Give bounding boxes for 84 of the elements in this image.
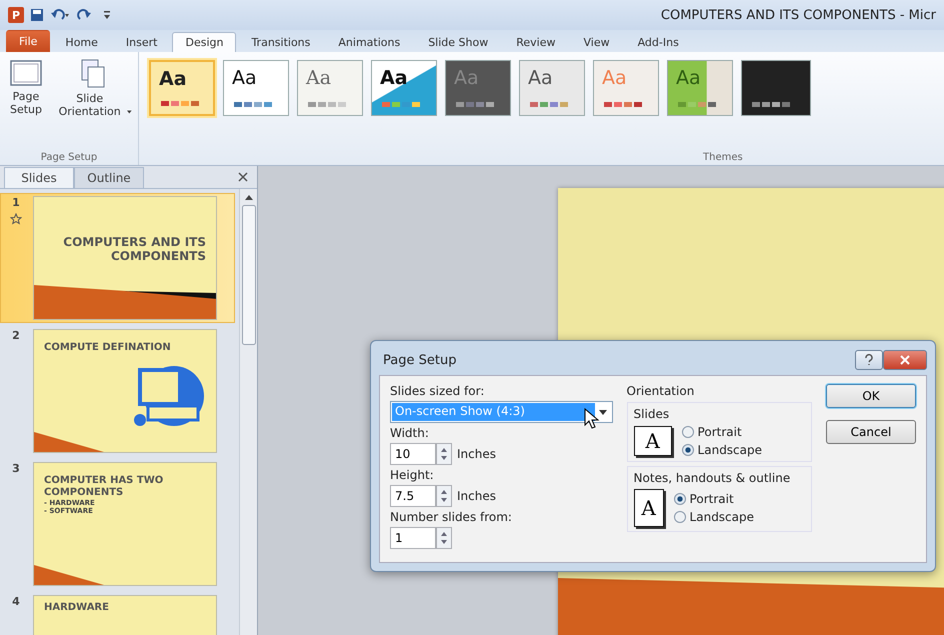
scroll-thumb-icon <box>242 205 256 345</box>
portrait-page-icon: A <box>634 489 664 527</box>
color-swatches-icon <box>752 102 792 107</box>
unit-label: Inches <box>457 447 496 461</box>
number-field[interactable]: 10 <box>390 443 436 465</box>
slide-thumbnail[interactable]: COMPUTERS AND ITS COMPONENTS <box>33 196 217 320</box>
help-button[interactable] <box>855 350 883 370</box>
help-icon <box>864 354 874 366</box>
close-icon <box>900 355 910 365</box>
spin-arrows-icon[interactable] <box>436 443 452 465</box>
dropdown-caret-icon <box>598 410 607 414</box>
color-swatches-icon <box>161 101 201 106</box>
color-swatches-icon <box>234 102 274 107</box>
slide-number: 4 <box>12 595 20 608</box>
pane-tab[interactable]: Outline <box>74 167 144 188</box>
slide-number: 1 <box>12 196 20 209</box>
ribbon-tab[interactable]: Add-Ins <box>624 32 692 52</box>
ribbon-tab[interactable]: Review <box>503 32 568 52</box>
ribbon-tab[interactable]: Design <box>172 32 236 52</box>
window-title: COMPUTERS AND ITS COMPONENTS - Micr <box>660 8 936 22</box>
color-swatches-icon <box>456 102 496 107</box>
undo-icon <box>50 8 70 22</box>
slide-band-drawing <box>34 565 104 585</box>
group-label: Themes <box>702 151 744 165</box>
field-label: Slides sized for: <box>390 384 486 398</box>
field-label: Number slides from: <box>390 510 513 524</box>
color-swatches-icon <box>530 102 570 107</box>
ribbon-tab[interactable]: View <box>570 32 623 52</box>
number-field[interactable]: 7.5 <box>390 485 436 507</box>
theme-thumbnail[interactable]: Aa <box>667 60 733 116</box>
field-label: Width: <box>390 426 430 440</box>
radio-option[interactable]: Landscape <box>682 443 762 457</box>
slide-number: 3 <box>12 462 20 475</box>
slide-thumbnail[interactable]: HARDWARE <box>33 595 217 635</box>
dialog-title: Page Setup <box>382 352 458 368</box>
close-icon <box>237 171 249 183</box>
section-label: Slides <box>634 407 670 421</box>
app-logo: P <box>8 7 24 23</box>
color-swatches-icon <box>308 102 348 107</box>
file-tab[interactable]: File <box>6 30 50 52</box>
radio-option[interactable]: Portrait <box>674 492 754 506</box>
radio-option[interactable]: Landscape <box>674 510 754 524</box>
slide-orientation-button[interactable]: Slide Orientation <box>52 56 134 120</box>
slide-thumbnail[interactable]: COMPUTE DEFINATION <box>33 329 217 453</box>
slide-title: COMPUTER HAS TWO COMPONENTS <box>44 475 164 499</box>
ribbon-tab[interactable]: Animations <box>325 32 414 52</box>
save-icon <box>30 8 44 22</box>
section-label: Orientation <box>626 384 696 398</box>
mouse-pointer-icon <box>584 408 600 430</box>
theme-thumbnail[interactable]: Aa <box>519 60 585 116</box>
color-swatches-icon <box>382 102 422 107</box>
ribbon-tab[interactable]: Insert <box>112 32 170 52</box>
scrollbar[interactable] <box>239 189 257 635</box>
theme-thumbnail[interactable]: Aa <box>223 60 289 116</box>
spin-arrows-icon[interactable] <box>436 485 452 507</box>
theme-thumbnail[interactable]: Aa <box>149 60 215 116</box>
unit-label: Inches <box>457 489 496 503</box>
slide-band-drawing <box>34 432 104 452</box>
slide-title: COMPUTERS AND ITS COMPONENTS <box>62 235 206 264</box>
close-button[interactable] <box>883 350 927 370</box>
slide-title: HARDWARE <box>44 602 110 614</box>
landscape-page-icon: A <box>634 426 672 456</box>
cancel-button[interactable]: Cancel <box>826 420 916 444</box>
color-swatches-icon <box>604 102 644 107</box>
pane-tab[interactable]: Slides <box>4 167 74 188</box>
field-label: Height: <box>390 468 435 482</box>
theme-thumbnail[interactable]: Aa <box>371 60 437 116</box>
page-icon <box>9 58 43 88</box>
ok-button[interactable]: OK <box>826 384 916 408</box>
ribbon-tab[interactable]: Slide Show <box>415 32 502 52</box>
theme-thumbnail[interactable]: Aa <box>297 60 363 116</box>
radio-option[interactable]: Portrait <box>682 425 762 439</box>
ribbon-tab[interactable]: Home <box>52 32 111 52</box>
ribbon-tab[interactable]: Transitions <box>238 32 324 52</box>
group-label: Page Setup <box>40 151 98 165</box>
spin-arrows-icon[interactable] <box>436 527 452 549</box>
scroll-up-icon <box>244 193 254 201</box>
color-swatches-icon <box>678 102 718 107</box>
number-field[interactable]: 1 <box>390 527 436 549</box>
slide-title: COMPUTE DEFINATION <box>44 342 172 354</box>
theme-thumbnail[interactable] <box>741 60 811 116</box>
section-label: Notes, handouts & outline <box>634 471 792 485</box>
page-setup-button[interactable]: Page Setup <box>4 56 48 118</box>
slide-number: 2 <box>12 329 20 342</box>
